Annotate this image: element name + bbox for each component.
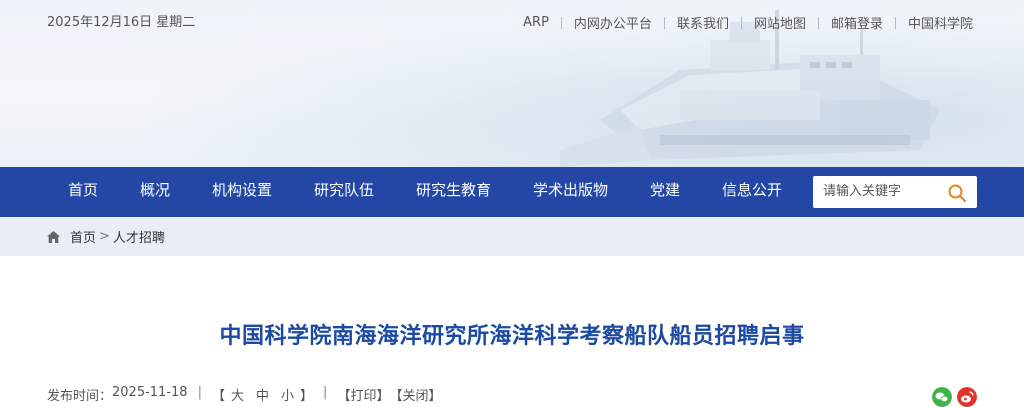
print-link[interactable]: 【打印】	[337, 385, 389, 404]
header-banner: 2025年12月16日 星期二 ARP 内网办公平台 联系我们 网站地图 邮箱登…	[0, 0, 1024, 167]
search-icon[interactable]	[947, 183, 967, 203]
nav-item-research-team[interactable]: 研究队伍	[314, 167, 374, 217]
utility-links: ARP 内网办公平台 联系我们 网站地图 邮箱登录 中国科学院	[523, 13, 973, 32]
publish-date: 2025-11-18	[112, 385, 188, 400]
link-mail-login[interactable]: 邮箱登录	[831, 13, 883, 32]
divider	[663, 16, 665, 29]
breadcrumb: 首页 > 人才招聘	[47, 227, 165, 246]
meta-divider: |	[323, 385, 328, 400]
divider	[740, 16, 742, 29]
article-title: 中国科学院南海海洋研究所海洋科学考察船队船员招聘启事	[219, 324, 805, 349]
nav-item-publications[interactable]: 学术出版物	[533, 167, 608, 217]
font-size-medium[interactable]: 中	[256, 385, 269, 404]
nav-item-home[interactable]: 首页	[68, 167, 98, 217]
breadcrumb-separator: >	[99, 229, 110, 244]
link-contact[interactable]: 联系我们	[677, 13, 729, 32]
breadcrumb-current[interactable]: 人才招聘	[113, 227, 165, 246]
nav-item-graduate-education[interactable]: 研究生教育	[416, 167, 491, 217]
current-date: 2025年12月16日 星期二	[47, 15, 196, 30]
search-input[interactable]	[823, 176, 948, 206]
article-meta: 发布时间： 2025-11-18 | 【 大 中 小 】 | 【打印】 【关闭】	[47, 385, 441, 404]
nav-item-organization[interactable]: 机构设置	[212, 167, 272, 217]
link-cas[interactable]: 中国科学院	[908, 13, 973, 32]
search-box	[813, 176, 977, 208]
wechat-icon[interactable]	[932, 387, 952, 407]
publish-label: 发布时间：	[47, 389, 113, 404]
nav-item-party[interactable]: 党建	[650, 167, 680, 217]
close-link[interactable]: 【关闭】	[389, 385, 441, 404]
link-arp[interactable]: ARP	[523, 15, 549, 30]
divider	[894, 16, 896, 29]
nav-item-overview[interactable]: 概况	[140, 167, 170, 217]
meta-divider: |	[197, 385, 202, 400]
home-icon	[47, 230, 60, 243]
weibo-icon[interactable]	[957, 387, 977, 407]
nav-item-disclosure[interactable]: 信息公开	[722, 167, 782, 217]
font-size-bracket-open: 【	[211, 389, 225, 404]
divider	[560, 16, 562, 29]
divider	[817, 16, 819, 29]
font-size-large[interactable]: 大	[231, 385, 244, 404]
link-sitemap[interactable]: 网站地图	[754, 13, 806, 32]
breadcrumb-bar: 首页 > 人才招聘	[0, 217, 1024, 256]
font-size-small[interactable]: 小	[281, 385, 294, 404]
link-intranet[interactable]: 内网办公平台	[574, 13, 652, 32]
main-nav: 首页 概况 机构设置 研究队伍 研究生教育 学术出版物 党建 信息公开	[0, 167, 1024, 217]
breadcrumb-home[interactable]: 首页	[70, 227, 96, 246]
font-size-bracket-close: 】	[300, 389, 314, 404]
